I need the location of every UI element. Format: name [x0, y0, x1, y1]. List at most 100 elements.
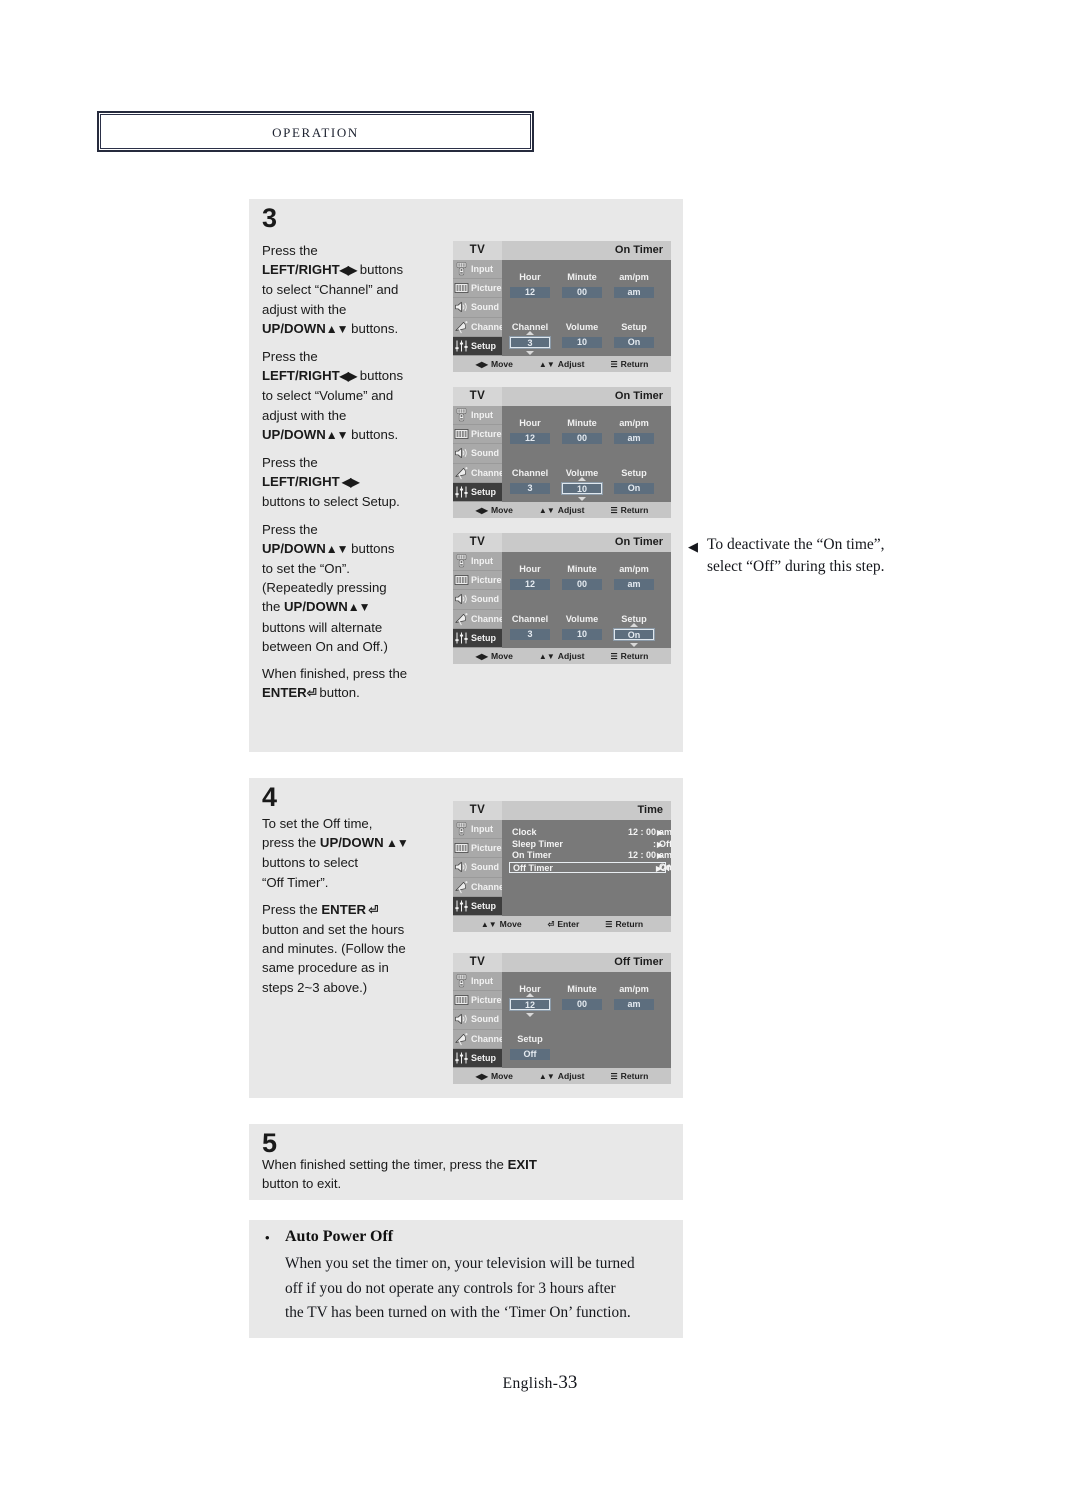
- sidebar-item-setup[interactable]: Setup: [453, 1048, 502, 1068]
- sliders-icon: [454, 899, 469, 913]
- sidebar-item-input[interactable]: Input: [453, 406, 502, 426]
- up-arrow-icon[interactable]: [630, 623, 638, 627]
- osd-value-setup[interactable]: On: [613, 628, 655, 641]
- sidebar-item-input[interactable]: Input: [453, 260, 502, 280]
- screen-icon: [454, 573, 469, 587]
- step-3-line-13: Press the: [262, 455, 318, 471]
- osd-label-minute: Minute: [567, 984, 597, 994]
- chevron-right-icon: ▶: [656, 839, 663, 849]
- osd-menu-item-clock[interactable]: Clock 12 : 00 am ▶: [509, 827, 671, 839]
- osd-value-am-pm[interactable]: am: [614, 999, 654, 1010]
- osd-value-hour[interactable]: 12: [510, 579, 550, 590]
- sidebar-item-channel[interactable]: Channel: [453, 318, 507, 337]
- osd-value-minute[interactable]: 00: [562, 287, 602, 298]
- osd-value-hour[interactable]: 12: [510, 287, 550, 298]
- osd-label-volume: Volume: [565, 614, 599, 624]
- sidebar-item-label: Picture: [471, 995, 502, 1006]
- osd-value-minute[interactable]: 00: [562, 579, 602, 590]
- sidebar-item-sound[interactable]: Sound: [453, 298, 502, 318]
- osd-screen-time-menu: TV Time Input Picture Sound Channel Setup Clock…: [453, 801, 671, 932]
- osd-content: Hour 12 Minute 00 am/pm am Channel 3 Volume 10 Set…: [502, 406, 671, 502]
- sidebar-item-setup[interactable]: Setup: [453, 896, 502, 916]
- up-arrow-icon[interactable]: [526, 331, 534, 335]
- return-icon: ☰: [610, 506, 618, 515]
- sidebar-item-setup[interactable]: Setup: [453, 628, 502, 648]
- osd-content: Hour 12 Minute 00 am/pm am Channel 3 Volume 10 Set…: [502, 552, 671, 648]
- osd-value-am-pm[interactable]: am: [614, 579, 654, 590]
- osd-value-am-pm[interactable]: am: [614, 287, 654, 298]
- osd-hint-move: ▲▼ Move: [481, 919, 522, 929]
- osd-value-am-pm[interactable]: am: [614, 433, 654, 444]
- osd-tv-label: TV: [453, 801, 502, 820]
- osd-label-channel: Channel: [511, 468, 549, 478]
- osd-hint-label: Return: [620, 651, 649, 661]
- osd-value-volume[interactable]: 10: [562, 629, 602, 640]
- sidebar-item-sound[interactable]: Sound: [453, 1010, 502, 1030]
- osd-menu-item-sleep-timer[interactable]: Sleep Timer: Off ▶: [509, 839, 671, 851]
- osd-screen-title: On Timer: [614, 390, 663, 402]
- osd-value-volume[interactable]: 10: [561, 482, 603, 495]
- osd-value-channel[interactable]: 3: [510, 483, 550, 494]
- osd-content: Hour 12 Minute 00 am/pm am Setup Off: [502, 972, 671, 1068]
- sidebar-item-sound[interactable]: Sound: [453, 858, 502, 878]
- osd-sidebar: Input Picture Sound Channel Setup: [453, 406, 507, 502]
- step-3-line-14: LEFT/RIGHT ◀▶: [262, 474, 359, 490]
- sidebar-item-picture[interactable]: Picture: [453, 279, 502, 299]
- osd-value-channel[interactable]: 3: [509, 336, 551, 349]
- sidebar-item-setup[interactable]: Setup: [453, 482, 502, 502]
- step-3-line-15: buttons to select Setup.: [262, 494, 400, 510]
- sidebar-item-input[interactable]: Input: [453, 552, 502, 572]
- osd-value-volume[interactable]: 10: [562, 337, 602, 348]
- step-3-line-16: [262, 512, 442, 520]
- osd-hint-label: Enter: [557, 919, 580, 929]
- down-arrow-icon[interactable]: [578, 497, 586, 501]
- osd-label-hour: Hour: [519, 418, 541, 428]
- up-arrow-icon[interactable]: [578, 477, 586, 481]
- sidebar-item-label: Setup: [471, 1052, 497, 1063]
- osd-screen-on-timer-setup: TV On Timer Input Picture Sound Channel Setup H…: [453, 533, 671, 664]
- osd-screen-title: Time: [637, 804, 663, 816]
- down-arrow-icon[interactable]: [526, 351, 534, 355]
- osd-value-hour[interactable]: 12: [509, 998, 551, 1011]
- sidebar-item-channel[interactable]: Channel: [453, 878, 507, 897]
- sidebar-item-sound[interactable]: Sound: [453, 590, 502, 610]
- left-arrow-icon: ◀: [688, 539, 698, 554]
- osd-value-setup[interactable]: On: [614, 337, 654, 348]
- osd-value-channel[interactable]: 3: [510, 629, 550, 640]
- sidebar-item-picture[interactable]: Picture: [453, 571, 502, 591]
- down-arrow-icon[interactable]: [630, 643, 638, 647]
- callout-line-1: To deactivate the “On time”,: [707, 536, 885, 553]
- down-arrow-icon[interactable]: [526, 1013, 534, 1017]
- enter-icon: ⏎: [547, 920, 555, 929]
- sidebar-item-channel[interactable]: Channel: [453, 1030, 507, 1049]
- speaker-icon: [454, 1012, 469, 1026]
- sidebar-item-setup[interactable]: Setup: [453, 336, 502, 356]
- callout-line-2: select “Off” during this step.: [707, 558, 885, 575]
- osd-hint-label: Move: [490, 505, 513, 515]
- osd-value-hour[interactable]: 12: [510, 433, 550, 444]
- osd-hint-enter: ⏎ Enter: [548, 919, 580, 929]
- step-3-line-6: [262, 339, 442, 347]
- sidebar-item-input[interactable]: Input: [453, 820, 502, 840]
- osd-hint-bar: ▲▼ Move ⏎ Enter ☰ Return: [453, 916, 671, 932]
- screen-icon: [454, 281, 469, 295]
- step-4-text: To set the Off time, press the UP/DOWN ▲▼…: [262, 814, 447, 997]
- note-line-2: off if you do not operate any controls f…: [285, 1279, 616, 1297]
- osd-menu-item-on-timer[interactable]: On Timer 12 : 00 am On ▶: [509, 850, 671, 872]
- step-4-line-4: “Off Timer”.: [262, 874, 329, 890]
- sidebar-item-channel[interactable]: Channel: [453, 464, 507, 483]
- up-arrow-icon[interactable]: [526, 993, 534, 997]
- osd-value-setup[interactable]: On: [614, 483, 654, 494]
- sidebar-item-picture[interactable]: Picture: [453, 425, 502, 445]
- osd-value-minute[interactable]: 00: [562, 999, 602, 1010]
- osd-screen-off-timer: TV Off Timer Input Picture Sound Channel Setup…: [453, 953, 671, 1084]
- sidebar-item-picture[interactable]: Picture: [453, 991, 502, 1011]
- sidebar-item-picture[interactable]: Picture: [453, 839, 502, 859]
- osd-hint-label: Adjust: [557, 651, 585, 661]
- sidebar-item-channel[interactable]: Channel: [453, 610, 507, 629]
- sidebar-item-sound[interactable]: Sound: [453, 444, 502, 464]
- osd-value-setup[interactable]: Off: [510, 1049, 550, 1060]
- osd-value-minute[interactable]: 00: [562, 433, 602, 444]
- sidebar-item-input[interactable]: Input: [453, 972, 502, 992]
- osd-menu-item-off-timer[interactable]: Off TimerOff▶: [509, 861, 671, 874]
